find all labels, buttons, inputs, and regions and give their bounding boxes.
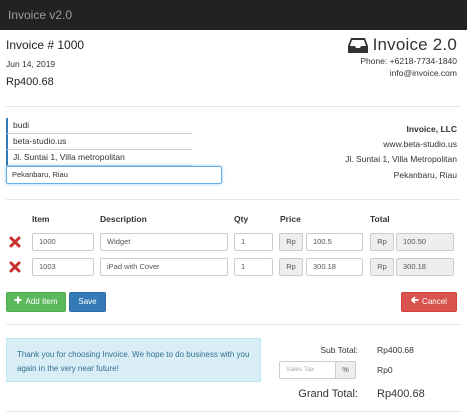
customer-website-field[interactable]: beta-studio.us: [6, 134, 192, 150]
customer-address-field[interactable]: Jl. Suntai 1, Villa metropolitan: [6, 150, 192, 166]
grand-total-label: Grand Total:: [298, 388, 358, 400]
thank-you-note: Thank you for choosing Invoice. We hope …: [6, 338, 261, 382]
price-currency-addon: Rp: [279, 258, 303, 276]
invoice-number: Invoice # 1000: [6, 38, 85, 52]
company-city: Pekanbaru, Riau: [393, 170, 457, 180]
top-navbar: Invoice v2.0: [0, 0, 467, 30]
column-header-price: Price: [280, 214, 301, 224]
company-name: Invoice, LLC: [406, 124, 457, 134]
description-input[interactable]: Widget: [100, 233, 228, 251]
line-total: 300.18: [396, 258, 454, 276]
customer-name-field[interactable]: budi: [6, 118, 192, 134]
tax-value: Rp0: [377, 365, 393, 375]
price-input[interactable]: 300.18: [306, 258, 363, 276]
invoice-total: Rp400.68: [6, 76, 54, 88]
brand-name: Invoice 2.0: [372, 35, 457, 54]
company-phone: Phone: +6218-7734-1840: [360, 56, 457, 66]
column-header-item: Item: [32, 214, 50, 224]
price-input[interactable]: 100.5: [306, 233, 363, 251]
subtotal-label: Sub Total:: [320, 345, 358, 355]
cancel-label: Cancel: [422, 297, 447, 306]
column-header-description: Description: [100, 214, 147, 224]
back-arrow-icon: [410, 292, 419, 312]
plus-icon: [14, 292, 22, 312]
brand: Invoice 2.0: [347, 34, 457, 56]
invoice-date: Jun 14, 2019: [6, 59, 56, 69]
divider: [6, 199, 461, 200]
column-header-total: Total: [370, 214, 390, 224]
divider: [6, 106, 461, 107]
inbox-tray-icon: [347, 37, 369, 54]
total-currency-addon: Rp: [370, 233, 394, 251]
sales-tax-input[interactable]: Sales Tax: [279, 361, 336, 379]
item-input[interactable]: 1003: [32, 258, 94, 276]
cancel-button[interactable]: Cancel: [401, 292, 457, 312]
qty-input[interactable]: 1: [234, 233, 273, 251]
divider: [6, 324, 461, 325]
company-email: info@invoice.com: [389, 68, 457, 78]
divider: [6, 411, 461, 412]
company-address: Jl. Suntai 1, Villa Metropolitan: [345, 154, 457, 164]
delete-row-icon[interactable]: [9, 261, 21, 273]
company-website: www.beta-studio.us: [383, 139, 457, 149]
item-input[interactable]: 1000: [32, 233, 94, 251]
add-item-button[interactable]: Add Item: [6, 292, 66, 312]
column-header-qty: Qty: [234, 214, 249, 224]
tax-percent-addon: %: [335, 361, 356, 379]
description-input[interactable]: iPad with Cover: [100, 258, 228, 276]
line-total: 100.50: [396, 233, 454, 251]
app-title[interactable]: Invoice v2.0: [8, 8, 72, 22]
customer-city-field[interactable]: Pekanbaru, Riau: [6, 166, 222, 184]
qty-input[interactable]: 1: [234, 258, 273, 276]
grand-total-value: Rp400.68: [377, 388, 425, 400]
total-currency-addon: Rp: [370, 258, 394, 276]
delete-row-icon[interactable]: [9, 236, 21, 248]
add-item-label: Add Item: [25, 297, 58, 306]
save-button[interactable]: Save: [69, 292, 106, 312]
price-currency-addon: Rp: [279, 233, 303, 251]
subtotal-value: Rp400.68: [377, 345, 414, 355]
